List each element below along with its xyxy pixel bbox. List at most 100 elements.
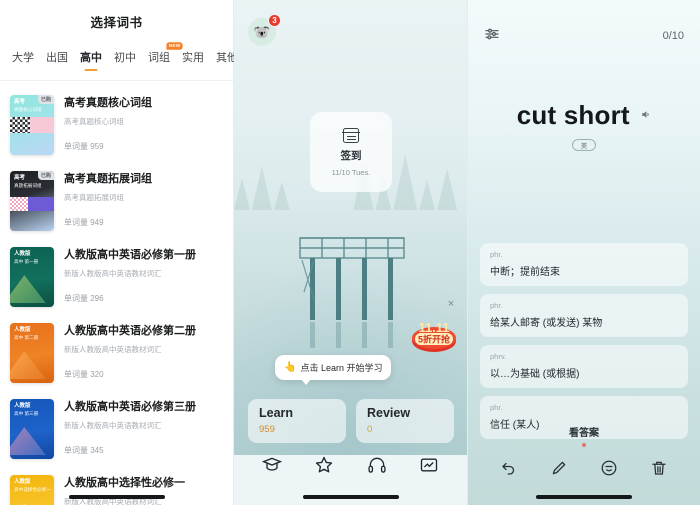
wordbook-list-item[interactable]: 高考 真题核心词组 已购 高考真题核心词组 高考真题核心词组 单词量 959 [0,87,233,163]
definition-card[interactable]: phrv. 以…为基础 (或根据) [480,345,688,388]
wordbook-desc: 高考真题核心词组 [64,116,124,126]
cover-subtitle: 高中 第一册 [14,259,39,264]
tab-label: 出国 [46,52,68,64]
learn-count: 959 [259,424,275,435]
wordbook-list-item[interactable]: 人教版 高中 第二册 人教版高中英语必修第二册 新版人教版高中英语教材词汇 单词量 32… [0,315,233,391]
notification-badge[interactable]: 3 [268,14,281,27]
bottom-nav [234,447,467,483]
review-label: Review [367,406,411,420]
wordbook-meta: 人教版高中选择性必修一新版人教版高中英语教材词汇单词量 368 [64,475,223,505]
wordbook-meta: 高考真题拓展词组 高考真题拓展词组 单词量 949 [64,171,223,228]
word-card-header: 0/10 [468,22,700,50]
tab-1[interactable]: 出国 [40,49,74,65]
wordbook-list-item[interactable]: 人教版 高中 第三册 人教版高中英语必修第三册 新版人教版高中英语教材词汇 单词量 34… [0,391,233,467]
signin-date: 11/10 Tues. [331,167,371,177]
tab-5[interactable]: 实用 [176,49,210,65]
definition-card[interactable]: phr. 中断；提前结束 [480,243,688,286]
signin-card[interactable]: 签到 11/10 Tues. [310,112,392,192]
wordbook-count: 单词量 949 [64,217,104,227]
cover-title: 人教版 [14,403,31,409]
undo-icon[interactable] [500,459,518,477]
tab-label: 词组 [148,52,170,64]
wordbook-desc: 新版人教版高中英语教材词汇 [64,268,162,278]
word-card-panel: 0/10 cut short 美 phr. 中断；提前结束 phr. 给某人邮寄 (或… [468,0,700,505]
accent-pill[interactable]: 美 [572,139,596,151]
wordbook-name: 人教版高中英语必修第一册 [64,249,196,261]
part-of-speech: phr. [490,403,503,412]
feedback-icon[interactable] [600,459,618,477]
tab-4[interactable]: 词组 NEW [142,42,183,65]
see-answer-button[interactable]: 看答案 [468,424,700,447]
wordbook-cover: 人教版 高中 第一册 [10,247,54,307]
trash-icon[interactable] [650,459,668,477]
cover-subtitle: 高中 第二册 [14,335,39,340]
wordbook-cover: 人教版 高中 第二册 [10,323,54,383]
wordbook-cover: 高考 真题核心词组 已购 [10,95,54,155]
learn-button[interactable]: Learn 959 [248,399,346,443]
tab-active-underline [84,68,98,71]
definition-text: 以…为基础 (或根据) [490,369,580,380]
part-of-speech: phr. [490,250,503,259]
word-card-toolbar [468,451,700,485]
wordbook-count: 单词量 296 [64,293,104,303]
review-button[interactable]: Review 0 [356,399,454,443]
wordbook-list[interactable]: 高考 真题核心词组 已购 高考真题核心词组 高考真题核心词组 单词量 959 高考 真题拓展词… [0,81,233,505]
cover-title: 高考 [14,99,26,105]
wordbook-picker-panel: 选择词书 大学出国高中初中词组NEW实用其他小学 高考真题核心词组已购高考真题核… [0,0,272,505]
wordbook-cover: 高考 真题拓展词组 已购 [10,171,54,231]
learn-label: Learn [259,406,294,420]
definition-text: 中断；提前结束 [490,267,560,278]
wordbook-desc: 高考真题拓展词组 [64,192,124,202]
sliders-icon[interactable] [484,26,500,47]
home-indicator [536,495,632,499]
wordbook-meta: 人教版高中英语必修第二册 新版人教版高中英语教材词汇 单词量 320 [64,323,223,380]
wordbook-name: 高考真题核心词组 [64,97,152,109]
see-answer-label: 看答案 [569,428,599,439]
definition-card[interactable]: phr. 给某人邮寄 (或发送) 某物 [480,294,688,337]
wordbook-name: 人教版高中英语必修第二册 [64,325,196,337]
tab-label: 大学 [12,52,34,64]
home-indicator [302,495,399,499]
wordbook-meta: 人教版高中英语必修第三册 新版人教版高中英语教材词汇 单词量 345 [64,399,223,456]
speaker-icon[interactable] [640,107,651,125]
wordbook-count: 单词量 345 [64,445,104,455]
page-title: 选择词书 [90,15,143,30]
word-display: cut short 美 [468,100,700,151]
definition-text: 给某人邮寄 (或发送) 某物 [490,318,603,329]
calendar-icon [342,127,360,143]
chart-icon[interactable] [419,455,439,475]
graduation-cap-icon[interactable] [261,455,283,475]
wordbook-desc: 新版人教版高中英语教材词汇 [64,420,162,430]
promo-badge[interactable]: 11.11 5折开抢 [411,313,457,353]
wordbook-list-item[interactable]: 高考 真题拓展词组 已购 高考真题拓展词组 高考真题拓展词组 单词量 949 [0,163,233,239]
see-answer-dot [582,443,586,447]
tab-0[interactable]: 大学 [6,49,40,65]
progress-counter: 0/10 [662,30,684,42]
signin-title: 签到 [340,149,362,162]
tab-3[interactable]: 初中 [108,49,142,65]
promo-close-icon[interactable]: × [445,298,457,310]
word-text: cut short [516,100,630,130]
learn-review-row: Learn 959 Review 0 [248,399,454,443]
cover-subtitle: 真题拓展词组 [14,183,42,188]
wordbook-list-item[interactable]: 人教版高中选择性必修一人教版高中选择性必修一新版人教版高中英语教材词汇单词量 3… [0,467,233,505]
tooltip-text: 点击 Learn 开始学习 [300,363,383,373]
owned-badge: 已购 [37,95,54,104]
wordbook-name: 人教版高中英语必修第三册 [64,401,196,413]
tab-2[interactable]: 高中 [74,49,108,71]
wordbook-count: 单词量 959 [64,141,104,151]
wordbook-list-item[interactable]: 人教版 高中 第一册 人教版高中英语必修第一册 新版人教版高中英语教材词汇 单词量 29… [0,239,233,315]
learn-tooltip: 👆 点击 Learn 开始学习 [275,355,392,385]
cover-title: 人教版 [14,251,31,257]
category-tab-bar: 大学出国高中初中词组NEW实用其他小学 [0,42,272,72]
pier-structure [299,237,405,348]
home-indicator [68,495,165,499]
wordbook-cover: 人教版 高中 第三册 [10,399,54,459]
star-icon[interactable] [314,455,334,475]
wordbook-meta: 人教版高中英语必修第一册 新版人教版高中英语教材词汇 单词量 296 [64,247,223,304]
home-screen-panel: 🐨 3 签到 11/10 Tues. × 11.11 5折开抢 👆 点击 Lea… [234,0,468,505]
pencil-icon[interactable] [550,459,568,477]
wordbook-desc: 新版人教版高中英语教材词汇 [64,344,162,354]
headphones-icon[interactable] [367,455,387,475]
cover-subtitle: 高中选择性必修一 [14,487,51,492]
